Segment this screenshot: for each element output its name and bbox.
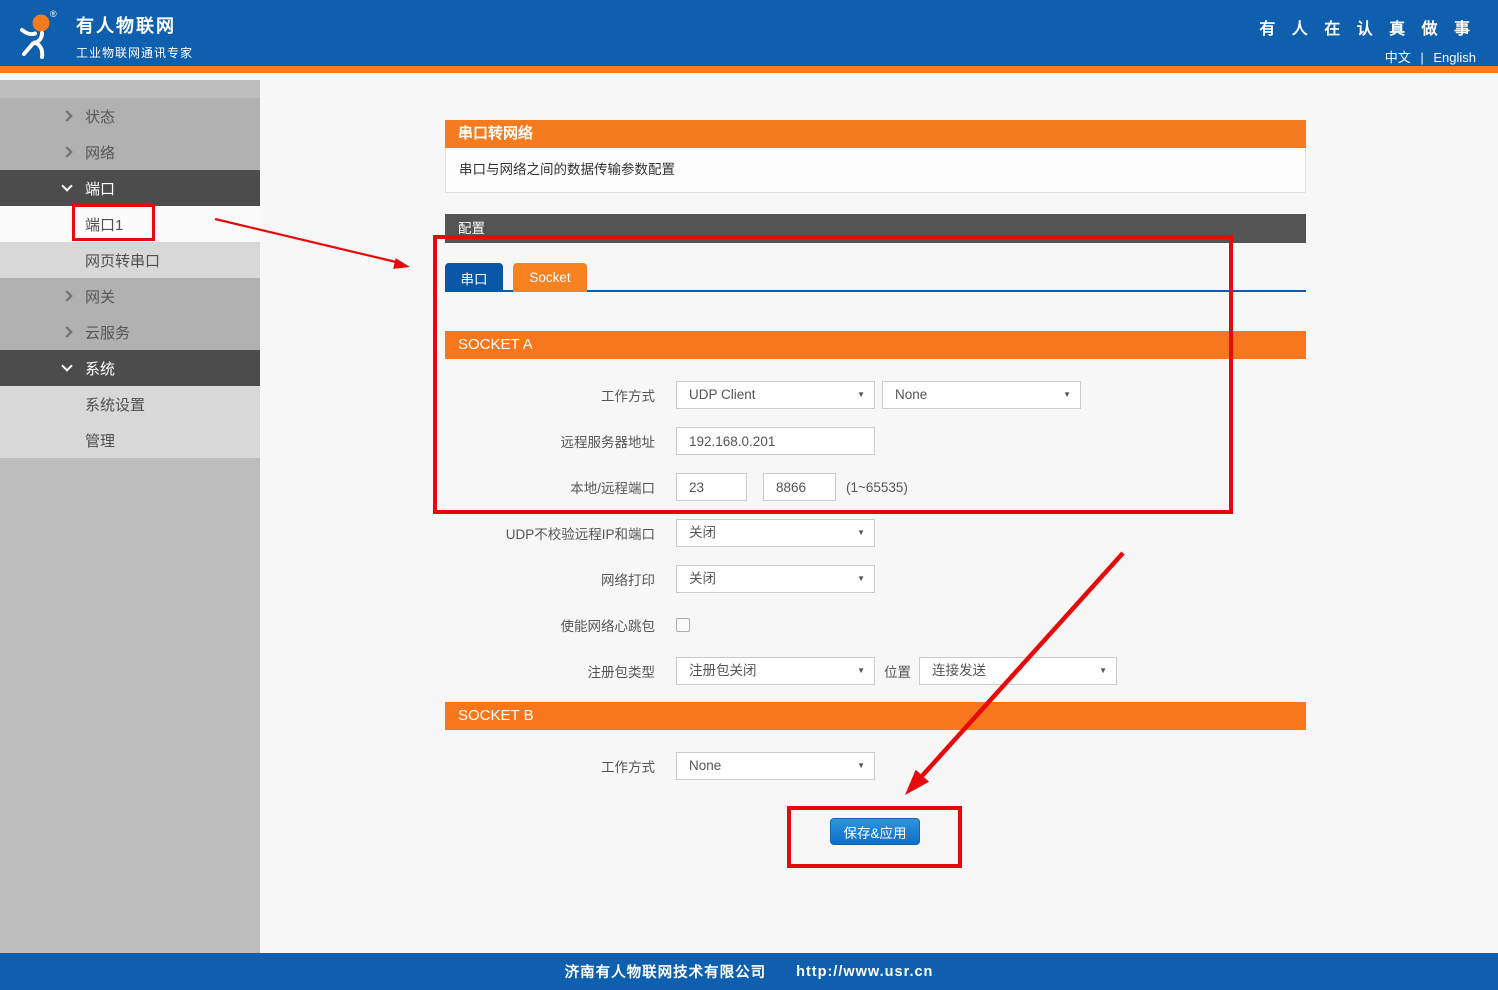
location-label: 位置 — [884, 661, 911, 681]
brand-text: 有人物联网 工业物联网通讯专家 — [76, 12, 193, 61]
socket-a-header: SOCKET A — [445, 331, 1306, 359]
work-mode-label: 工作方式 — [445, 385, 655, 405]
tab-socket[interactable]: Socket — [513, 263, 587, 292]
page-description: 串口与网络之间的数据传输参数配置 — [445, 148, 1306, 193]
tab-bar: 串口 Socket — [445, 263, 1306, 292]
sidebar-item-system[interactable]: 系统 — [0, 350, 260, 386]
config-section-title: 配置 — [445, 214, 1306, 243]
sidebar-item-web-to-serial[interactable]: 网页转串口 — [0, 242, 260, 278]
remote-server-label: 远程服务器地址 — [445, 431, 655, 451]
caret-down-icon: ▼ — [857, 520, 865, 546]
location-select[interactable]: 连接发送 ▼ — [919, 657, 1117, 685]
tab-serial[interactable]: 串口 — [445, 263, 503, 292]
usr-logo: ® — [14, 11, 64, 61]
sidebar-item-label: 网络 — [85, 142, 115, 163]
work-mode-value: UDP Client — [689, 387, 756, 402]
header-right: 有 人 在 认 真 做 事 中文 | English — [1259, 15, 1476, 66]
work-mode-select[interactable]: UDP Client ▼ — [676, 381, 875, 409]
sidebar: 状态网络端口端口1 网页转串口网关云服务系统系统设置管理 — [0, 80, 260, 953]
caret-down-icon: ▼ — [1099, 658, 1107, 684]
sidebar-item-management[interactable]: 管理 — [0, 422, 260, 458]
sidebar-menu: 状态网络端口端口1 网页转串口网关云服务系统系统设置管理 — [0, 80, 260, 458]
socket-b-header: SOCKET B — [445, 702, 1306, 730]
caret-down-icon: ▼ — [857, 753, 865, 779]
sidebar-item-label: 系统设置 — [85, 394, 145, 415]
sidebar-item-label: 网页转串口 — [85, 250, 160, 271]
udp-check-label: UDP不校验远程IP和端口 — [445, 523, 655, 543]
lang-separator: | — [1420, 50, 1423, 65]
heartbeat-label: 使能网络心跳包 — [445, 615, 655, 635]
socket-b-work-mode-value: None — [689, 758, 721, 773]
sidebar-item-label: 端口1 — [85, 214, 123, 235]
footer-url-link[interactable]: http://www.usr.cn — [796, 964, 933, 980]
socket-b-work-mode-row: 工作方式 None ▼ — [445, 752, 1306, 780]
net-print-value: 关闭 — [689, 571, 716, 586]
remote-port-input[interactable] — [763, 473, 836, 501]
lang-zh-link[interactable]: 中文 — [1385, 50, 1411, 65]
brand-subtitle: 工业物联网通讯专家 — [76, 44, 193, 61]
net-print-row: 网络打印 关闭 ▼ — [445, 565, 1306, 593]
socket-b-work-mode-select[interactable]: None ▼ — [676, 752, 875, 780]
content-column: 串口转网络 串口与网络之间的数据传输参数配置 配置 串口 Socket SOCK… — [445, 120, 1306, 845]
slogan: 有 人 在 认 真 做 事 — [1259, 15, 1476, 39]
registered-mark: ® — [50, 9, 57, 19]
footer-company: 济南有人物联网技术有限公司 — [565, 961, 767, 982]
remote-server-row: 远程服务器地址 — [445, 427, 1306, 455]
sidebar-item-label: 管理 — [85, 430, 115, 451]
chevron-down-icon — [61, 180, 72, 191]
save-row: 保存&应用 — [445, 818, 1306, 845]
caret-down-icon: ▼ — [1063, 382, 1071, 408]
socket-b-work-mode-label: 工作方式 — [445, 756, 655, 776]
ports-row: 本地/远程端口 (1~65535) — [445, 473, 1306, 501]
heartbeat-checkbox[interactable] — [676, 618, 690, 632]
work-mode-row: 工作方式 UDP Client ▼ None ▼ — [445, 381, 1306, 409]
chevron-right-icon — [61, 326, 72, 337]
sidebar-item-network[interactable]: 网络 — [0, 134, 260, 170]
sidebar-item-ports[interactable]: 端口 — [0, 170, 260, 206]
caret-down-icon: ▼ — [857, 658, 865, 684]
work-mode-secondary-value: None — [895, 387, 927, 402]
sidebar-item-label: 云服务 — [85, 322, 130, 343]
udp-check-select[interactable]: 关闭 ▼ — [676, 519, 875, 547]
regpkg-select[interactable]: 注册包关闭 ▼ — [676, 657, 875, 685]
regpkg-row: 注册包类型 注册包关闭 ▼ 位置 连接发送 ▼ — [445, 657, 1306, 685]
remote-server-input[interactable] — [676, 427, 875, 455]
caret-down-icon: ▼ — [857, 382, 865, 408]
brand: ® 有人物联网 工业物联网通讯专家 — [14, 11, 193, 61]
caret-down-icon: ▼ — [857, 566, 865, 592]
language-switch: 中文 | English — [1259, 47, 1476, 66]
footer: 济南有人物联网技术有限公司 http://www.usr.cn — [0, 953, 1498, 990]
sidebar-item-port1[interactable]: 端口1 — [0, 206, 260, 242]
location-value: 连接发送 — [932, 663, 986, 678]
chevron-down-icon — [61, 360, 72, 371]
udp-check-value: 关闭 — [689, 525, 716, 540]
chevron-right-icon — [61, 146, 72, 157]
main-area: 串口转网络 串口与网络之间的数据传输参数配置 配置 串口 Socket SOCK… — [260, 80, 1498, 953]
chevron-right-icon — [61, 290, 72, 301]
save-apply-button[interactable]: 保存&应用 — [830, 818, 920, 845]
port-range-hint: (1~65535) — [846, 480, 908, 495]
sidebar-item-label: 状态 — [85, 106, 115, 127]
udp-check-row: UDP不校验远程IP和端口 关闭 ▼ — [445, 519, 1306, 547]
sidebar-item-status[interactable]: 状态 — [0, 98, 260, 134]
sidebar-item-gateway[interactable]: 网关 — [0, 278, 260, 314]
regpkg-label: 注册包类型 — [445, 661, 655, 681]
sidebar-item-label: 端口 — [85, 178, 115, 199]
lang-en-link[interactable]: English — [1433, 50, 1476, 65]
sidebar-item-label: 网关 — [85, 286, 115, 307]
page-title: 串口转网络 — [445, 120, 1306, 148]
work-mode-secondary-select[interactable]: None ▼ — [882, 381, 1081, 409]
top-header: ® 有人物联网 工业物联网通讯专家 有 人 在 认 真 做 事 中文 | Eng… — [0, 0, 1498, 73]
chevron-right-icon — [61, 110, 72, 121]
regpkg-value: 注册包关闭 — [689, 663, 757, 678]
heartbeat-row: 使能网络心跳包 — [445, 611, 1306, 639]
sidebar-item-label: 系统 — [85, 358, 115, 379]
brand-title: 有人物联网 — [76, 12, 193, 38]
local-port-input[interactable] — [676, 473, 747, 501]
net-print-label: 网络打印 — [445, 569, 655, 589]
sidebar-item-cloud-service[interactable]: 云服务 — [0, 314, 260, 350]
ports-label: 本地/远程端口 — [445, 477, 655, 497]
net-print-select[interactable]: 关闭 ▼ — [676, 565, 875, 593]
sidebar-item-system-settings[interactable]: 系统设置 — [0, 386, 260, 422]
